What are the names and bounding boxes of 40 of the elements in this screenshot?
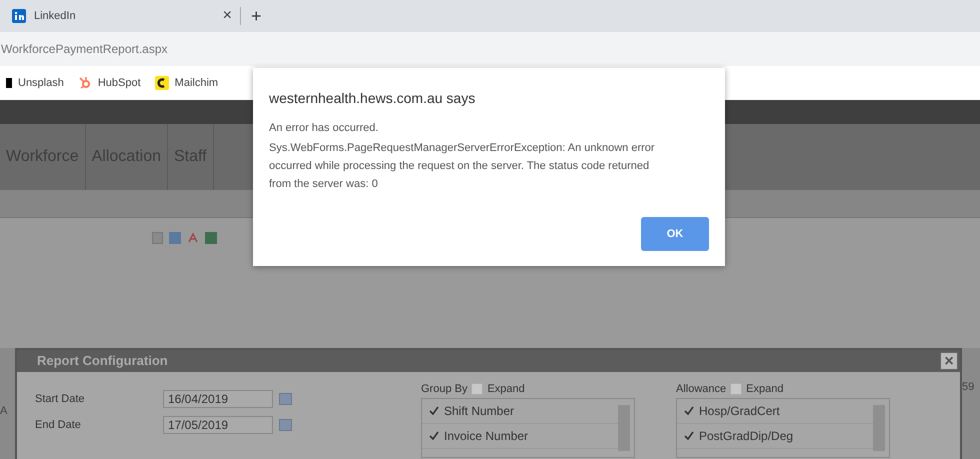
calendar-icon[interactable] bbox=[279, 419, 292, 431]
checkbox[interactable] bbox=[471, 383, 484, 395]
alert-message: An error has occurred. bbox=[269, 121, 380, 136]
dialog-title: Report Configuration bbox=[37, 352, 168, 370]
field-label: Start Date bbox=[35, 392, 86, 407]
address-bar[interactable]: WorkforcePaymentReport.aspx bbox=[1, 40, 168, 58]
list-item[interactable]: PostGradDip/Deg bbox=[699, 427, 794, 445]
group-label: Group By bbox=[421, 382, 468, 397]
checkbox[interactable] bbox=[428, 405, 440, 417]
checkbox-label: Expand bbox=[746, 382, 784, 397]
alert-message: Sys.WebForms.PageRequestManagerServerErrorException: An unknown error occurred while processing the request on the server. The status code returned from the server was: 0 bbox=[269, 141, 656, 192]
pdf-icon[interactable] bbox=[187, 232, 199, 244]
ok-button[interactable]: OK bbox=[641, 217, 709, 251]
checkbox[interactable] bbox=[683, 405, 695, 417]
field-label: End Date bbox=[35, 418, 82, 433]
checkbox[interactable] bbox=[428, 430, 440, 442]
cut-off-text: 59 bbox=[962, 381, 974, 393]
sprocket-icon bbox=[78, 76, 92, 90]
date-field[interactable]: 16/04/2019 bbox=[163, 390, 273, 408]
close-button[interactable]: × bbox=[940, 352, 958, 370]
linkedin-icon bbox=[12, 9, 26, 23]
bookmark-icon bbox=[6, 78, 12, 88]
tab-title[interactable]: LinkedIn bbox=[34, 8, 215, 24]
list-item[interactable]: Hosp/GradCert bbox=[699, 402, 780, 420]
mailchimp-icon bbox=[154, 76, 169, 90]
bookmark-link[interactable]: HubSpot bbox=[98, 74, 141, 92]
cut-off-text: A bbox=[0, 405, 8, 417]
bookmark-link[interactable]: Mailchim bbox=[174, 74, 218, 92]
checkbox[interactable] bbox=[683, 430, 695, 442]
alert-title: westernhealth.hews.com.au says bbox=[269, 89, 476, 108]
close-tab-button[interactable]: × bbox=[222, 8, 232, 24]
list-item[interactable]: Invoice Number bbox=[444, 427, 528, 445]
list-item[interactable]: Shift Number bbox=[444, 402, 514, 420]
calendar-icon[interactable] bbox=[279, 393, 292, 405]
group-label: Allowance bbox=[676, 382, 726, 397]
bookmark-link[interactable]: Unsplash bbox=[18, 74, 64, 92]
date-field[interactable]: 17/05/2019 bbox=[163, 416, 273, 434]
checkbox-label: Expand bbox=[487, 382, 525, 397]
new-tab-button[interactable]: + bbox=[251, 7, 262, 25]
checkbox[interactable] bbox=[730, 383, 742, 395]
